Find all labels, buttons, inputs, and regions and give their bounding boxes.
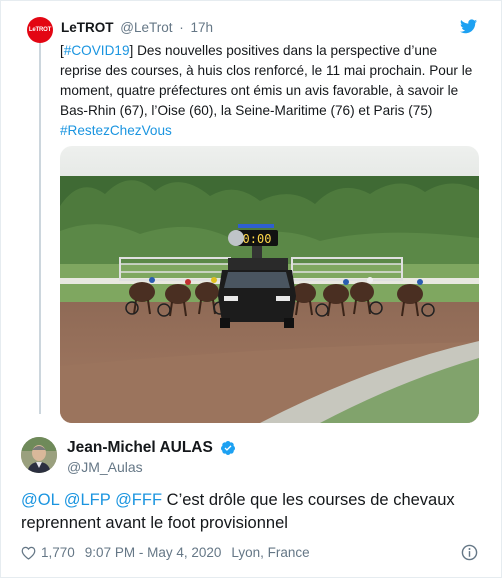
like-count[interactable]: 1,770 bbox=[41, 545, 75, 560]
quoted-tweet-header: LeTROT @LeTrot · 17h bbox=[61, 20, 213, 35]
tweet-photo-harness-racing[interactable]: 0:00 bbox=[60, 146, 479, 423]
hashtag-covid19[interactable]: #COVID19 bbox=[64, 43, 130, 58]
hashtag-restezchezvous[interactable]: #RestezChezVous bbox=[60, 123, 172, 138]
quoted-tweet-time[interactable]: 17h bbox=[191, 20, 214, 35]
aulas-avatar[interactable] bbox=[21, 437, 57, 473]
header-separator: · bbox=[179, 20, 184, 35]
tweet-timestamp[interactable]: 9:07 PM - May 4, 2020 bbox=[85, 545, 222, 560]
letrot-avatar-logo-text: LeTROT bbox=[28, 27, 52, 33]
main-author-name[interactable]: Jean-Michel AULAS bbox=[67, 439, 213, 457]
mention-fff[interactable]: @FFF bbox=[115, 491, 162, 509]
tweet-location[interactable]: Lyon, France bbox=[231, 545, 309, 560]
heart-icon[interactable] bbox=[21, 546, 36, 560]
mention-lfp[interactable]: @LFP bbox=[64, 491, 111, 509]
twitter-bird-icon[interactable] bbox=[460, 19, 477, 34]
main-author-handle[interactable]: @JM_Aulas bbox=[67, 459, 143, 475]
tweet-footer: 1,770 9:07 PM - May 4, 2020 Lyon, France bbox=[21, 545, 310, 560]
main-tweet-text: @OL @LFP @FFF C’est drôle que les course… bbox=[21, 489, 481, 535]
verified-badge-icon bbox=[220, 441, 235, 455]
quoted-tweet-text: [#COVID19] Des nouvelles positives dans … bbox=[60, 41, 480, 141]
mention-ol[interactable]: @OL bbox=[21, 491, 59, 509]
info-icon[interactable] bbox=[461, 544, 478, 561]
letrot-avatar[interactable]: LeTROT bbox=[27, 17, 53, 43]
quoted-author-handle[interactable]: @LeTrot bbox=[120, 20, 172, 35]
quoted-author-name[interactable]: LeTROT bbox=[61, 20, 114, 35]
thread-connector-line bbox=[39, 42, 41, 414]
pace-car-clock: 0:00 bbox=[243, 232, 272, 246]
